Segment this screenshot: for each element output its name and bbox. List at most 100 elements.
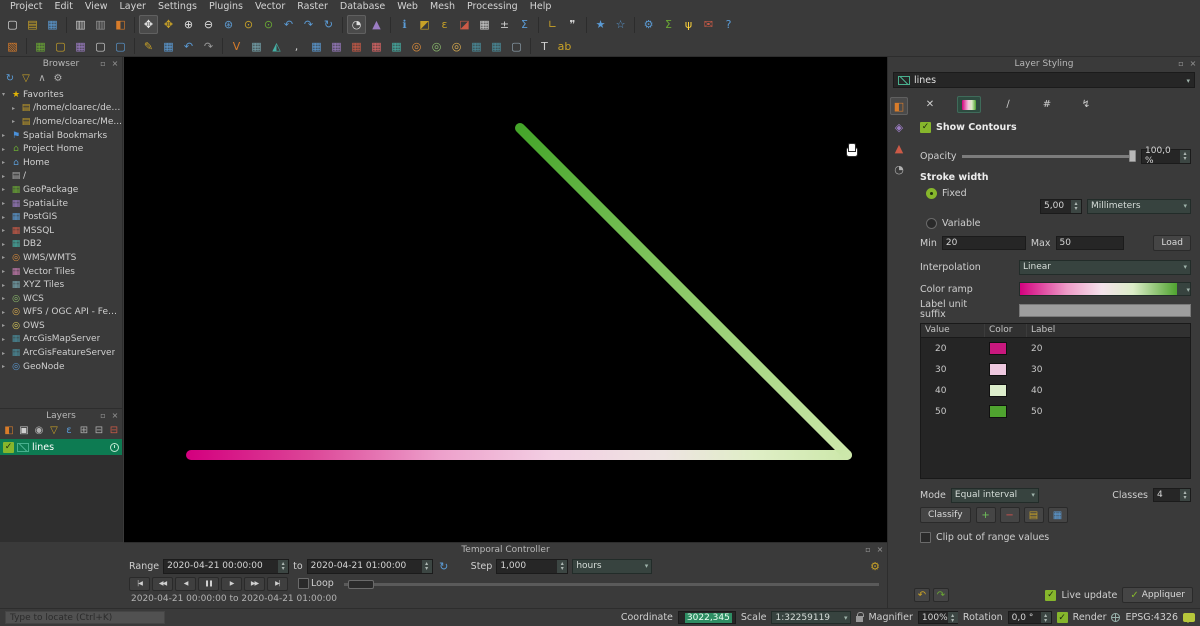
close-panel-icon[interactable] [110, 58, 120, 68]
width-unit-combo[interactable]: Millimeters [1087, 199, 1191, 214]
add-arcgis-feature-button[interactable]: ▦ [487, 37, 506, 56]
browser-collapse-all-button[interactable]: ∧ [35, 72, 49, 86]
float-panel-icon[interactable] [1176, 58, 1186, 68]
step-back-button[interactable]: ◀◀ [152, 577, 173, 591]
filter-legend-button[interactable]: ▽ [47, 423, 61, 437]
variable-radio[interactable] [926, 218, 937, 229]
browser-item-geonode[interactable]: ▸ ◎ GeoNode [0, 360, 122, 374]
browser-filter-button[interactable]: ▽ [19, 72, 33, 86]
add-mssql-button[interactable]: ▦ [347, 37, 366, 56]
chevron-down-icon[interactable] [1177, 283, 1190, 295]
add-db2-button[interactable]: ▦ [387, 37, 406, 56]
manage-themes-button[interactable]: ◉ [32, 423, 46, 437]
skip-to-start-button[interactable]: |◀ [129, 577, 150, 591]
color-ramp-combo[interactable] [1019, 282, 1191, 296]
expand-arrow-icon[interactable]: ▸ [12, 105, 19, 112]
spinner[interactable] [1180, 489, 1190, 501]
help-button[interactable]: ? [719, 15, 738, 34]
column-header-color[interactable]: Color [985, 324, 1027, 337]
coordinate-input[interactable]: 3022,345 [678, 611, 736, 624]
tab-3d-view[interactable]: ◈ [890, 118, 908, 136]
play-forward-button[interactable]: ▶ [221, 577, 242, 591]
add-wcs-button[interactable]: ◎ [427, 37, 446, 56]
select-features-button[interactable]: ◩ [415, 15, 434, 34]
spinner[interactable] [1041, 612, 1051, 623]
expand-arrow-icon[interactable]: ▸ [2, 309, 9, 316]
expand-arrow-icon[interactable]: ▸ [2, 132, 9, 139]
browser-properties-button[interactable]: ⚙ [51, 72, 65, 86]
apply-button[interactable]: Appliquer [1122, 587, 1193, 603]
open-project-button[interactable]: ▤ [23, 15, 42, 34]
menu-item[interactable]: Settings [152, 1, 203, 12]
menu-item[interactable]: Web [391, 1, 424, 12]
browser-item-favorites[interactable]: ▾ ★ Favorites [0, 88, 122, 102]
add-virtual-layer-button[interactable]: ▢ [507, 37, 526, 56]
add-mesh-layer-button[interactable]: ◭ [267, 37, 286, 56]
tab-vectors[interactable]: ∕ [996, 96, 1020, 113]
expand-arrow-icon[interactable]: ▸ [2, 322, 9, 329]
zoom-to-layer-button[interactable]: ⊙ [259, 15, 278, 34]
map-tips-button[interactable]: ❞ [563, 15, 582, 34]
pan-map-button[interactable]: ✥ [139, 15, 158, 34]
spinner[interactable] [948, 612, 958, 623]
menu-item[interactable]: Help [524, 1, 558, 12]
classes-table-row[interactable]: 20 20 [921, 338, 1190, 359]
play-backward-button[interactable]: ◀ [175, 577, 196, 591]
mode-combo[interactable]: Equal interval [951, 488, 1039, 503]
new-bookmark-button[interactable]: ★ [591, 15, 610, 34]
live-update-checkbox[interactable] [1045, 590, 1056, 601]
new-project-button[interactable]: ▢ [3, 15, 22, 34]
pan-to-selection-button[interactable]: ✥ [159, 15, 178, 34]
step-value-input[interactable]: 1,000 [496, 559, 568, 574]
show-contours-checkbox[interactable] [920, 122, 931, 133]
expand-arrow-icon[interactable]: ▸ [2, 146, 9, 153]
range-start-input[interactable]: 2020-04-21 00:00:00 [163, 559, 289, 574]
column-header-value[interactable]: Value [921, 324, 985, 337]
style-history-undo-button[interactable]: ↶ [914, 588, 930, 602]
load-button[interactable]: Load [1153, 235, 1191, 251]
zoom-to-selection-button[interactable]: ⊙ [239, 15, 258, 34]
measure-button[interactable]: ∟ [543, 15, 562, 34]
new-spatialite-button[interactable]: ▦ [71, 37, 90, 56]
save-layer-edits-button[interactable]: ▦ [159, 37, 178, 56]
browser-item-wms[interactable]: ▸ ◎ WMS/WMTS [0, 251, 122, 265]
map-canvas[interactable] [124, 57, 887, 542]
add-wms-button[interactable]: ◎ [407, 37, 426, 56]
scale-combo[interactable]: 1:32259119 [771, 611, 851, 624]
metasearch-button[interactable]: ✉ [699, 15, 718, 34]
expand-arrow-icon[interactable]: ▸ [2, 363, 9, 370]
show-bookmarks-button[interactable]: ☆ [611, 15, 630, 34]
save-project-button[interactable]: ▦ [43, 15, 62, 34]
style-manager-button[interactable]: ◧ [111, 15, 130, 34]
add-group-button[interactable]: ▣ [17, 423, 31, 437]
time-slider-handle[interactable] [348, 580, 374, 589]
max-value-input[interactable]: 50 [1056, 236, 1124, 250]
temporal-controller-button[interactable]: ◔ [347, 15, 366, 34]
zoom-last-button[interactable]: ↶ [279, 15, 298, 34]
menu-item[interactable]: View [79, 1, 114, 12]
class-color-swatch[interactable] [989, 342, 1007, 355]
browser-item-xyz-tiles[interactable]: ▸ ▦ XYZ Tiles [0, 278, 122, 292]
interpolation-combo[interactable]: Linear [1019, 260, 1191, 275]
expand-arrow-icon[interactable]: ▸ [2, 200, 9, 207]
classes-table-row[interactable]: 30 30 [921, 359, 1190, 380]
lock-scale-icon[interactable] [856, 616, 863, 622]
menu-item[interactable]: Mesh [424, 1, 461, 12]
open-style-button[interactable]: ▤ [1024, 507, 1044, 523]
clip-range-checkbox[interactable] [920, 532, 931, 543]
refresh-map-button[interactable]: ↻ [319, 15, 338, 34]
rotation-input[interactable]: 0,0 ° [1008, 611, 1052, 624]
deselect-features-button[interactable]: ◪ [455, 15, 474, 34]
expand-arrow-icon[interactable]: ▸ [2, 173, 9, 180]
filter-expression-button[interactable]: ε [62, 423, 76, 437]
expand-arrow-icon[interactable]: ▸ [2, 159, 9, 166]
processing-toolbox-button[interactable]: ⚙ [639, 15, 658, 34]
zoom-next-button[interactable]: ↷ [299, 15, 318, 34]
save-style-button[interactable]: ▦ [1048, 507, 1068, 523]
spinner[interactable] [422, 560, 432, 573]
expand-arrow-icon[interactable]: ▸ [2, 186, 9, 193]
step-forward-button[interactable]: ▶▶ [244, 577, 265, 591]
float-panel-icon[interactable] [98, 58, 108, 68]
new-print-layout-button[interactable]: ▥ [71, 15, 90, 34]
browser-item-folder[interactable]: ▸ ▤ /home/cloarec/Me... [0, 115, 122, 129]
